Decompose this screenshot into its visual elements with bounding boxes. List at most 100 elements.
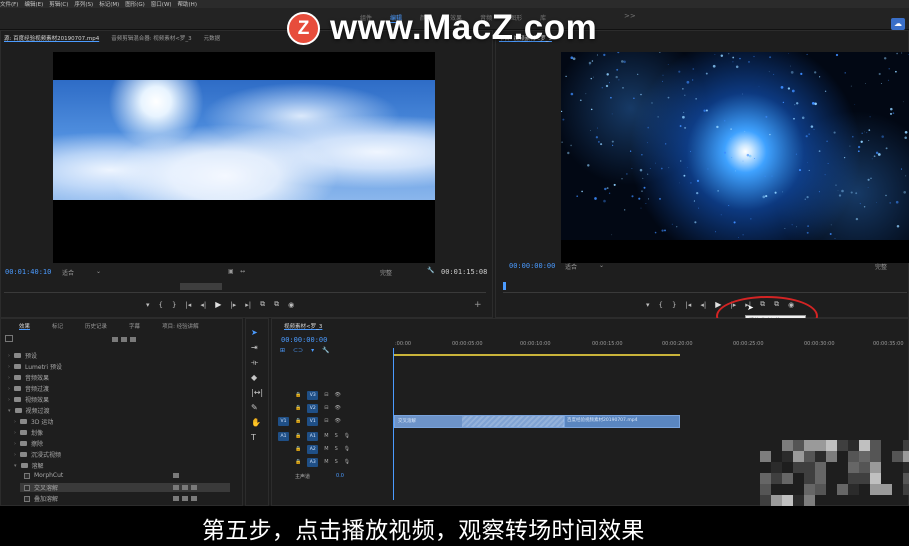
sync-lock-icon[interactable]: ⊟ <box>324 418 328 424</box>
step-back-button[interactable]: ◂| <box>200 301 206 309</box>
yuv-filter-icon[interactable] <box>130 337 136 342</box>
track-target-button[interactable]: A2 <box>307 444 319 454</box>
mark-out-button[interactable]: } <box>672 301 676 309</box>
microphone-icon[interactable]: 🎙 <box>344 433 350 439</box>
sync-lock-icon[interactable]: ⊟ <box>324 392 328 398</box>
play-button[interactable]: ▶ <box>215 300 221 309</box>
effects-tree-item[interactable]: › 预设 <box>8 351 37 361</box>
sync-lock-icon[interactable]: ⊟ <box>324 405 328 411</box>
razor-tool-icon[interactable]: ◆ <box>251 373 257 382</box>
lock-icon[interactable]: 🔒 <box>295 392 301 398</box>
effects-tree-item[interactable]: › 3D 运动 <box>14 417 53 427</box>
add-marker-icon[interactable]: ▾ <box>311 347 314 354</box>
effects-tree-item[interactable]: › 音频效果 <box>8 373 49 383</box>
disclosure-icon[interactable]: › <box>8 353 10 359</box>
tab-project[interactable]: 项目: 经验讲解 <box>162 322 199 330</box>
source-video-frame[interactable] <box>53 52 435 263</box>
effects-tree-item[interactable]: › 擦除 <box>14 439 43 449</box>
timeline-sequence-tab[interactable]: 视频素材<罗_3 <box>284 322 322 330</box>
effects-tree-item[interactable]: ▾ 溶解 <box>14 461 44 471</box>
menu-markers[interactable]: 标记(M) <box>99 0 119 8</box>
mark-in-button[interactable]: { <box>159 301 163 309</box>
solo-button[interactable]: S <box>335 433 338 439</box>
program-video-frame[interactable] <box>561 52 909 263</box>
disclosure-icon[interactable]: ▾ <box>14 463 17 469</box>
source-zoom-select[interactable]: 适合 <box>62 268 74 277</box>
insert-button[interactable]: ⧉ <box>260 300 265 309</box>
lock-icon[interactable]: 🔒 <box>295 418 301 424</box>
effects-tree-item[interactable]: 叠加溶解 <box>20 494 197 503</box>
audio-track-header[interactable]: A1🔒A2MS🎙 <box>278 443 350 455</box>
disclosure-icon[interactable]: › <box>14 430 16 436</box>
program-zoom-select[interactable]: 适合 <box>565 262 577 271</box>
chevron-down-icon[interactable]: ⌄ <box>96 268 101 275</box>
lock-icon[interactable]: 🔒 <box>295 446 301 452</box>
go-to-in-button[interactable]: |◂ <box>685 301 691 309</box>
effects-tree-item[interactable]: ▾ 视频过渡 <box>8 406 50 416</box>
menu-edit[interactable]: 编辑(E) <box>24 0 43 8</box>
effects-tree-item[interactable]: › 沉浸式视频 <box>14 450 61 460</box>
menu-clip[interactable]: 剪辑(C) <box>49 0 68 8</box>
microphone-icon[interactable]: 🎙 <box>344 446 350 452</box>
timeline-timecode[interactable]: 00:00:00:00 <box>281 336 327 344</box>
effects-tree-item[interactable]: › 音频过渡 <box>8 384 49 394</box>
video-track-header[interactable]: V1🔒V3⊟👁 <box>278 389 341 401</box>
effects-tree-item[interactable]: › 划像 <box>14 428 43 438</box>
wrench-icon[interactable]: 🔧 <box>322 347 329 354</box>
32bit-filter-icon[interactable] <box>121 337 127 342</box>
master-level-value[interactable]: 0.0 <box>336 473 344 479</box>
overwrite-button[interactable]: ⧉ <box>274 300 279 309</box>
go-to-in-button[interactable]: |◂ <box>185 301 191 309</box>
program-playhead[interactable] <box>503 282 506 290</box>
tab-audio-clip-mixer[interactable]: 音频剪辑混合器: 视频素材<罗_3 <box>111 34 191 42</box>
track-target-button[interactable]: A1 <box>307 431 319 441</box>
disclosure-icon[interactable]: › <box>8 364 10 370</box>
eye-icon[interactable]: 👁 <box>334 418 340 424</box>
tab-markers[interactable]: 标记 <box>52 322 63 330</box>
source-patch-button[interactable]: A1 <box>278 431 289 441</box>
menu-graphics[interactable]: 图形(G) <box>125 0 145 8</box>
snap-icon[interactable]: ⊞ <box>280 347 285 354</box>
step-forward-button[interactable]: |▸ <box>230 301 236 309</box>
menu-sequence[interactable]: 序列(S) <box>74 0 93 8</box>
solo-button[interactable]: S <box>335 446 338 452</box>
chevron-down-icon[interactable]: ⌄ <box>599 262 604 269</box>
cloud-share-icon[interactable]: ☁ <box>891 18 905 30</box>
add-button[interactable]: + <box>474 300 482 310</box>
source-quality-select[interactable]: 完整 <box>380 268 392 277</box>
source-scrub-bar[interactable] <box>4 292 486 293</box>
disclosure-icon[interactable]: › <box>8 375 10 381</box>
program-playhead-timecode[interactable]: 00:00:00:00 <box>509 262 555 270</box>
pen-tool-icon[interactable]: ✎ <box>251 403 258 412</box>
lock-icon[interactable]: 🔒 <box>295 459 301 465</box>
track-target-button[interactable]: A3 <box>307 457 319 467</box>
source-playhead-timecode[interactable]: 00:01:40:10 <box>5 268 51 276</box>
add-marker-button[interactable]: ▾ <box>146 301 150 309</box>
track-target-button[interactable]: V3 <box>307 390 319 400</box>
video-track-header[interactable]: V1🔒V2⊟👁 <box>278 402 341 414</box>
mark-in-button[interactable]: { <box>659 301 663 309</box>
work-area-bar[interactable] <box>394 354 680 356</box>
workspace-overflow-button[interactable]: >> <box>624 12 636 20</box>
eye-icon[interactable]: 👁 <box>334 405 340 411</box>
master-track-header[interactable]: 主声道 0.0 <box>295 470 344 482</box>
disclosure-icon[interactable]: › <box>8 397 10 403</box>
audio-track-header[interactable]: A1🔒A3MS🎙 <box>278 456 350 468</box>
effects-tree-item[interactable]: 交叉溶解 <box>20 483 230 492</box>
microphone-icon[interactable]: 🎙 <box>344 459 350 465</box>
disclosure-icon[interactable]: › <box>14 419 16 425</box>
audio-track-header[interactable]: A1 🔒 A1 M S 🎙 <box>278 430 350 442</box>
menu-window[interactable]: 窗口(W) <box>151 0 172 8</box>
source-in-out-range[interactable] <box>180 283 222 290</box>
slip-tool-icon[interactable]: |↔| <box>251 388 263 397</box>
mark-out-button[interactable]: } <box>172 301 176 309</box>
tab-history[interactable]: 历史记录 <box>85 322 107 330</box>
tab-effects[interactable]: 效果 <box>19 322 30 330</box>
scrub-icon[interactable]: ↔ <box>240 268 245 275</box>
hand-tool-icon[interactable]: ✋ <box>251 418 261 427</box>
tab-captions[interactable]: 字幕 <box>129 322 140 330</box>
tab-metadata[interactable]: 元数据 <box>204 34 221 42</box>
eye-icon[interactable]: 👁 <box>334 392 340 398</box>
solo-button[interactable]: S <box>335 459 338 465</box>
mute-button[interactable]: M <box>324 433 328 439</box>
